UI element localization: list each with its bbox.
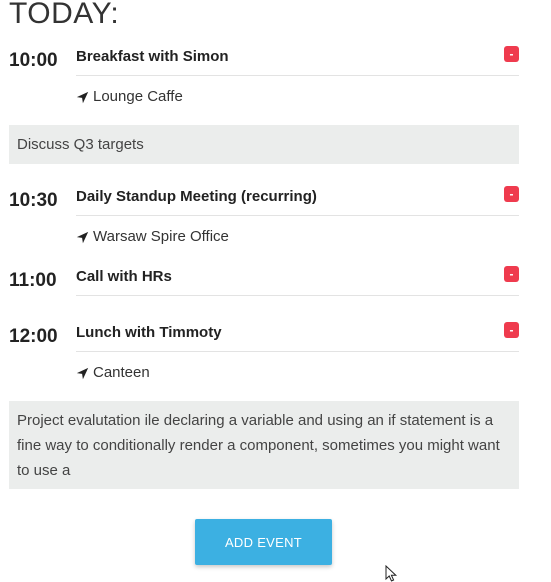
event-item: 12:00 Lunch with Timmoty - Canteen bbox=[9, 322, 519, 386]
remove-event-button[interactable]: - bbox=[504, 322, 519, 338]
event-time: 11:00 bbox=[9, 270, 57, 291]
mouse-pointer-icon bbox=[385, 565, 398, 582]
event-time: 10:00 bbox=[9, 50, 58, 71]
event-note: Project evalutation ile declaring a vari… bbox=[9, 401, 519, 489]
event-note-text: Project evalutation ile declaring a vari… bbox=[17, 412, 500, 479]
location-arrow-icon bbox=[76, 231, 89, 243]
event-title: Daily Standup Meeting (recurring) bbox=[76, 188, 317, 205]
event-location-text: Lounge Caffe bbox=[93, 88, 183, 105]
event-title-row: Breakfast with Simon - bbox=[76, 46, 519, 76]
event-item: 10:30 Daily Standup Meeting (recurring) … bbox=[9, 186, 519, 250]
location-arrow-icon bbox=[76, 91, 89, 103]
location-arrow-icon bbox=[76, 367, 89, 379]
remove-event-button[interactable]: - bbox=[504, 46, 519, 62]
event-title-row: Lunch with Timmoty - bbox=[76, 322, 519, 352]
minus-icon: - bbox=[509, 186, 514, 201]
minus-icon: - bbox=[509, 322, 514, 337]
event-location: Canteen bbox=[76, 364, 150, 382]
event-title: Lunch with Timmoty bbox=[76, 324, 222, 341]
remove-event-button[interactable]: - bbox=[504, 186, 519, 202]
remove-event-button[interactable]: - bbox=[504, 266, 519, 282]
minus-icon: - bbox=[509, 266, 514, 281]
event-location-text: Canteen bbox=[93, 364, 150, 381]
event-title: Call with HRs bbox=[76, 268, 172, 285]
event-location: Lounge Caffe bbox=[76, 88, 183, 106]
event-title-row: Call with HRs - bbox=[76, 266, 519, 296]
event-title: Breakfast with Simon bbox=[76, 48, 229, 65]
event-title-row: Daily Standup Meeting (recurring) - bbox=[76, 186, 519, 216]
event-time: 10:30 bbox=[9, 190, 58, 211]
add-event-button[interactable]: ADD EVENT bbox=[195, 519, 332, 565]
event-time: 12:00 bbox=[9, 326, 58, 347]
minus-icon: - bbox=[509, 46, 514, 61]
event-note: Discuss Q3 targets bbox=[9, 125, 519, 164]
event-item: 10:00 Breakfast with Simon - Lounge Caff… bbox=[9, 46, 519, 110]
page-title: TODAY: bbox=[9, 0, 120, 30]
event-note-text: Discuss Q3 targets bbox=[17, 136, 144, 153]
event-item: 11:00 Call with HRs - bbox=[9, 266, 519, 300]
event-location: Warsaw Spire Office bbox=[76, 228, 229, 246]
event-location-text: Warsaw Spire Office bbox=[93, 228, 229, 245]
